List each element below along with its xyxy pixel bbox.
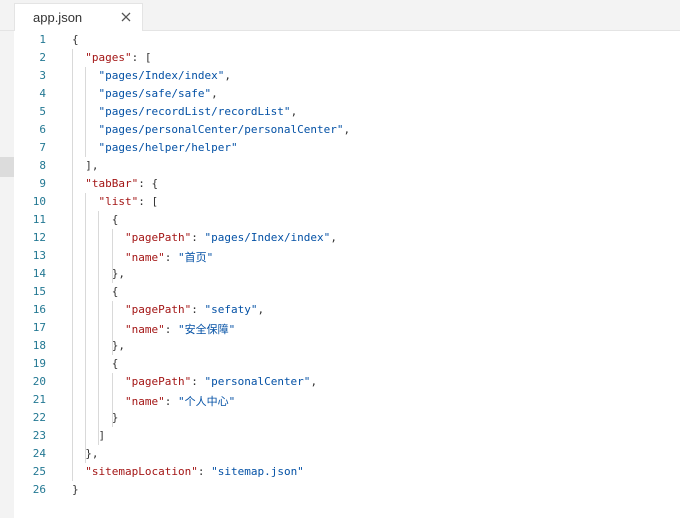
code-line[interactable]: 14 }, bbox=[14, 265, 680, 283]
line-number: 18 bbox=[32, 339, 46, 352]
line-text: "pages/recordList/recordList", bbox=[98, 105, 298, 118]
indent-guide bbox=[111, 373, 113, 427]
line-text: "pages": [ bbox=[85, 51, 152, 64]
indent-guide bbox=[111, 229, 113, 283]
code-line[interactable]: 4 "pages/safe/safe", bbox=[14, 85, 680, 103]
line-number: 14 bbox=[32, 267, 46, 280]
current-line-gutter-marker bbox=[0, 157, 14, 177]
code-line[interactable]: 10 "list": [ bbox=[14, 193, 680, 211]
line-text: "pages/personalCenter/personalCenter", bbox=[98, 123, 351, 136]
code-line[interactable]: 7 "pages/helper/helper" bbox=[14, 139, 680, 157]
line-number: 19 bbox=[32, 357, 46, 370]
line-number: 8 bbox=[39, 159, 46, 172]
line-number: 11 bbox=[32, 213, 46, 226]
indent-guide bbox=[72, 49, 73, 481]
line-text: "pagePath": "personalCenter", bbox=[124, 375, 318, 388]
line-text: "name": "安全保障" bbox=[124, 323, 236, 336]
line-number: 12 bbox=[32, 231, 46, 244]
line-text: ], bbox=[72, 159, 99, 172]
line-number: 20 bbox=[32, 375, 46, 388]
line-number: 23 bbox=[32, 429, 46, 442]
line-number: 10 bbox=[32, 195, 46, 208]
line-text: "sitemapLocation": "sitemap.json" bbox=[85, 465, 304, 478]
code-line[interactable]: 5 "pages/recordList/recordList", bbox=[14, 103, 680, 121]
line-number: 13 bbox=[32, 249, 46, 262]
code-line[interactable]: 2 "pages": [ bbox=[14, 49, 680, 67]
line-text: "name": "首页" bbox=[124, 251, 214, 264]
line-text: ] bbox=[72, 429, 106, 442]
code-line[interactable]: 24 }, bbox=[14, 445, 680, 463]
indent-guide bbox=[85, 67, 87, 157]
line-number: 4 bbox=[39, 87, 46, 100]
code-line[interactable]: 26} bbox=[14, 481, 680, 499]
line-text: "pages/helper/helper" bbox=[98, 141, 238, 154]
code-line[interactable]: 19 { bbox=[14, 355, 680, 373]
editor-left-margin bbox=[0, 31, 14, 518]
indent-guide bbox=[111, 301, 113, 355]
code-line[interactable]: 6 "pages/personalCenter/personalCenter", bbox=[14, 121, 680, 139]
line-number: 15 bbox=[32, 285, 46, 298]
code-line[interactable]: 12 "pagePath": "pages/Index/index", bbox=[14, 229, 680, 247]
line-text: { bbox=[72, 33, 79, 46]
code-line[interactable]: 1{ bbox=[14, 31, 680, 49]
line-number: 16 bbox=[32, 303, 46, 316]
code-line[interactable]: 25 "sitemapLocation": "sitemap.json" bbox=[14, 463, 680, 481]
code-line[interactable]: 11 { bbox=[14, 211, 680, 229]
line-number: 6 bbox=[39, 123, 46, 136]
line-text: { bbox=[72, 285, 119, 298]
line-number: 2 bbox=[39, 51, 46, 64]
line-number: 26 bbox=[32, 483, 46, 496]
line-number: 22 bbox=[32, 411, 46, 424]
line-number: 1 bbox=[39, 33, 46, 46]
line-text: "pages/Index/index", bbox=[98, 69, 231, 82]
code-line[interactable]: 9 "tabBar": { bbox=[14, 175, 680, 193]
line-number: 24 bbox=[32, 447, 46, 460]
code-line[interactable]: 8 ], bbox=[14, 157, 680, 175]
line-number: 5 bbox=[39, 105, 46, 118]
code-line[interactable]: 13 "name": "首页" bbox=[14, 247, 680, 265]
code-editor[interactable]: 1{2 "pages": [3 "pages/Index/index", 4 "p… bbox=[14, 31, 680, 518]
indent-guide bbox=[98, 211, 100, 445]
line-number: 17 bbox=[32, 321, 46, 334]
close-icon[interactable] bbox=[118, 9, 134, 25]
code-line[interactable]: 15 { bbox=[14, 283, 680, 301]
code-line[interactable]: 21 "name": "个人中心" bbox=[14, 391, 680, 409]
line-text: { bbox=[72, 213, 119, 226]
line-text: "pagePath": "sefaty", bbox=[124, 303, 265, 316]
line-text: { bbox=[72, 357, 119, 370]
code-line[interactable]: 23 ] bbox=[14, 427, 680, 445]
indent-guide bbox=[85, 193, 87, 463]
tab-title: app.json bbox=[33, 10, 83, 25]
tab-app-json[interactable]: app.json bbox=[14, 3, 143, 31]
line-number: 9 bbox=[39, 177, 46, 190]
line-number: 25 bbox=[32, 465, 46, 478]
line-text: "tabBar": { bbox=[85, 177, 159, 190]
line-text: "pages/safe/safe", bbox=[98, 87, 218, 100]
code-line[interactable]: 16 "pagePath": "sefaty", bbox=[14, 301, 680, 319]
code-line[interactable]: 18 }, bbox=[14, 337, 680, 355]
code-line[interactable]: 20 "pagePath": "personalCenter", bbox=[14, 373, 680, 391]
line-text: } bbox=[72, 483, 79, 496]
code-line[interactable]: 17 "name": "安全保障" bbox=[14, 319, 680, 337]
line-text: "name": "个人中心" bbox=[124, 395, 236, 408]
line-number: 21 bbox=[32, 393, 46, 406]
code-line[interactable]: 22 } bbox=[14, 409, 680, 427]
editor-tab-bar: app.json bbox=[0, 0, 680, 31]
line-number: 7 bbox=[39, 141, 46, 154]
line-number: 3 bbox=[39, 69, 46, 82]
code-line[interactable]: 3 "pages/Index/index", bbox=[14, 67, 680, 85]
